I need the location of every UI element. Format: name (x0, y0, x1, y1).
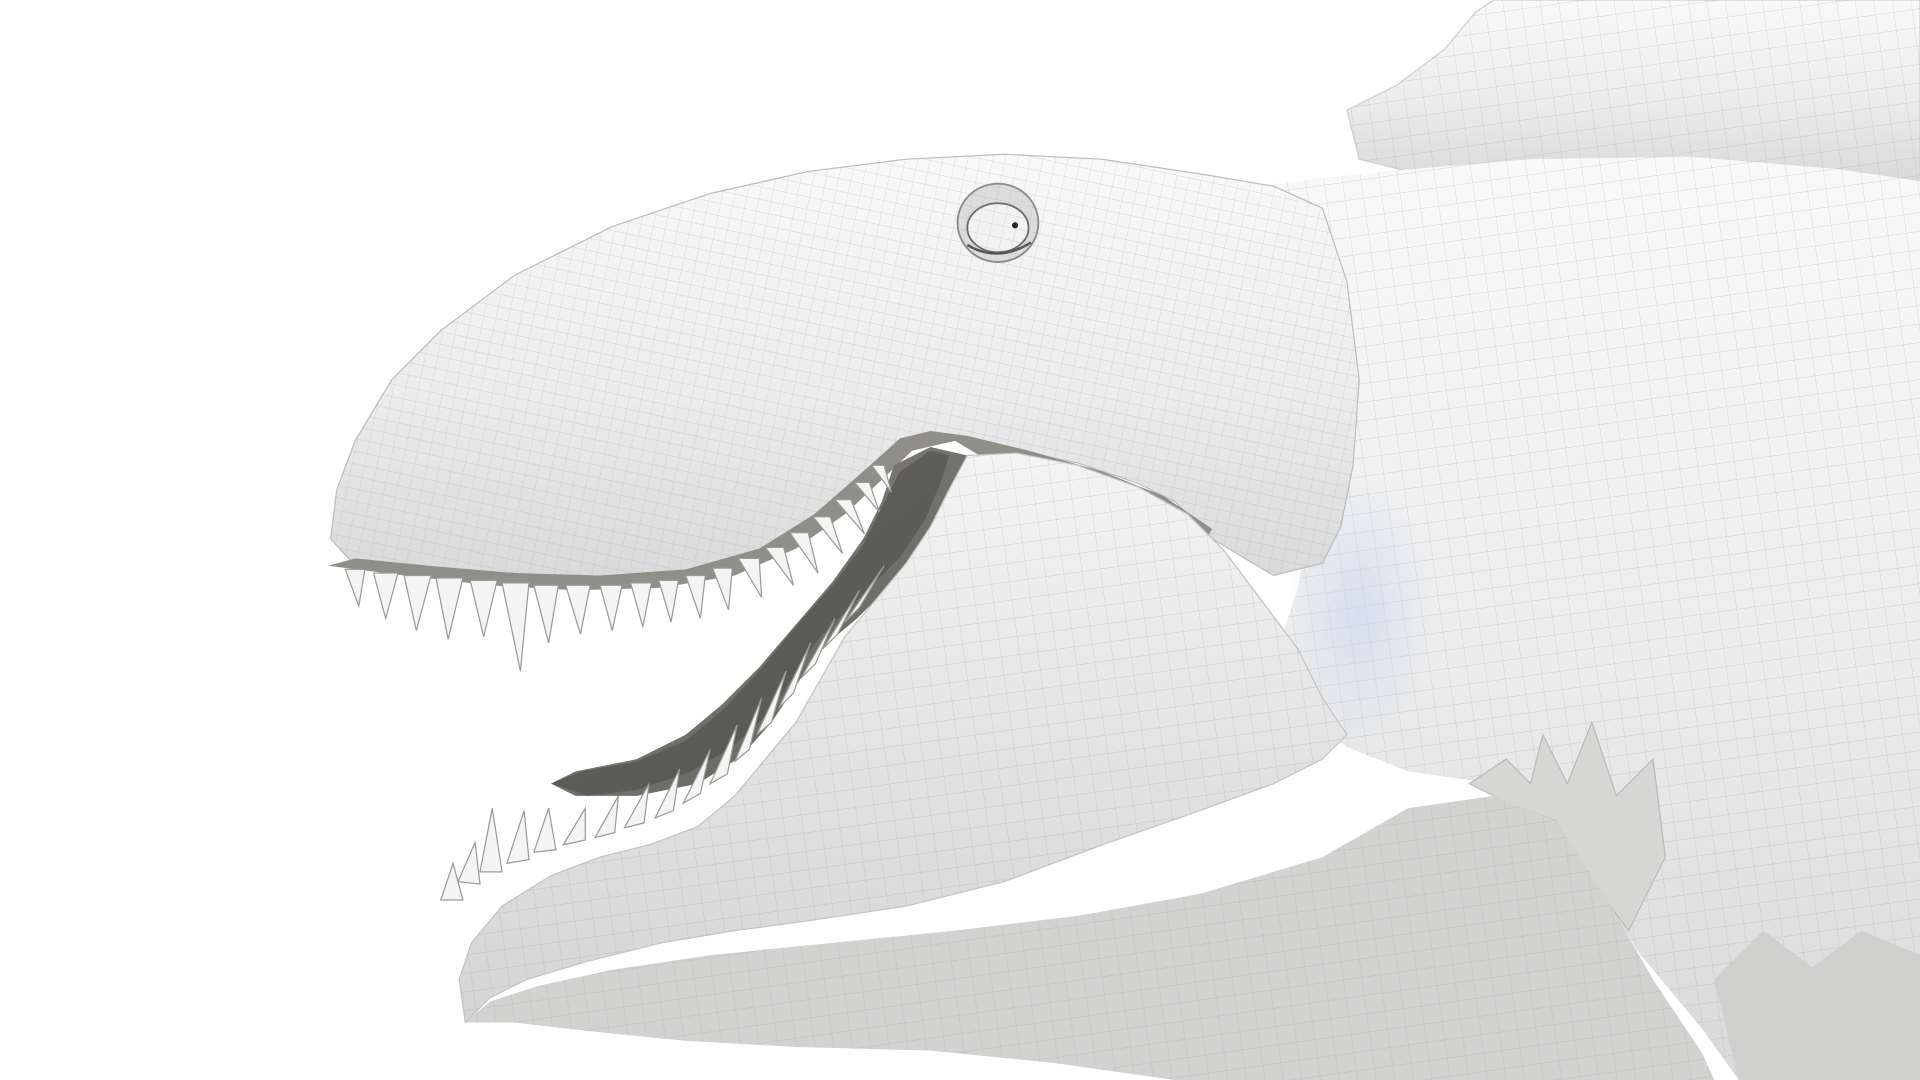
back-sail-icon (1346, 0, 1920, 185)
upper-skull (328, 153, 1360, 591)
dinosaur-render (328, 0, 1920, 1080)
render-viewport (0, 0, 1920, 1080)
eye-icon (956, 182, 1040, 263)
